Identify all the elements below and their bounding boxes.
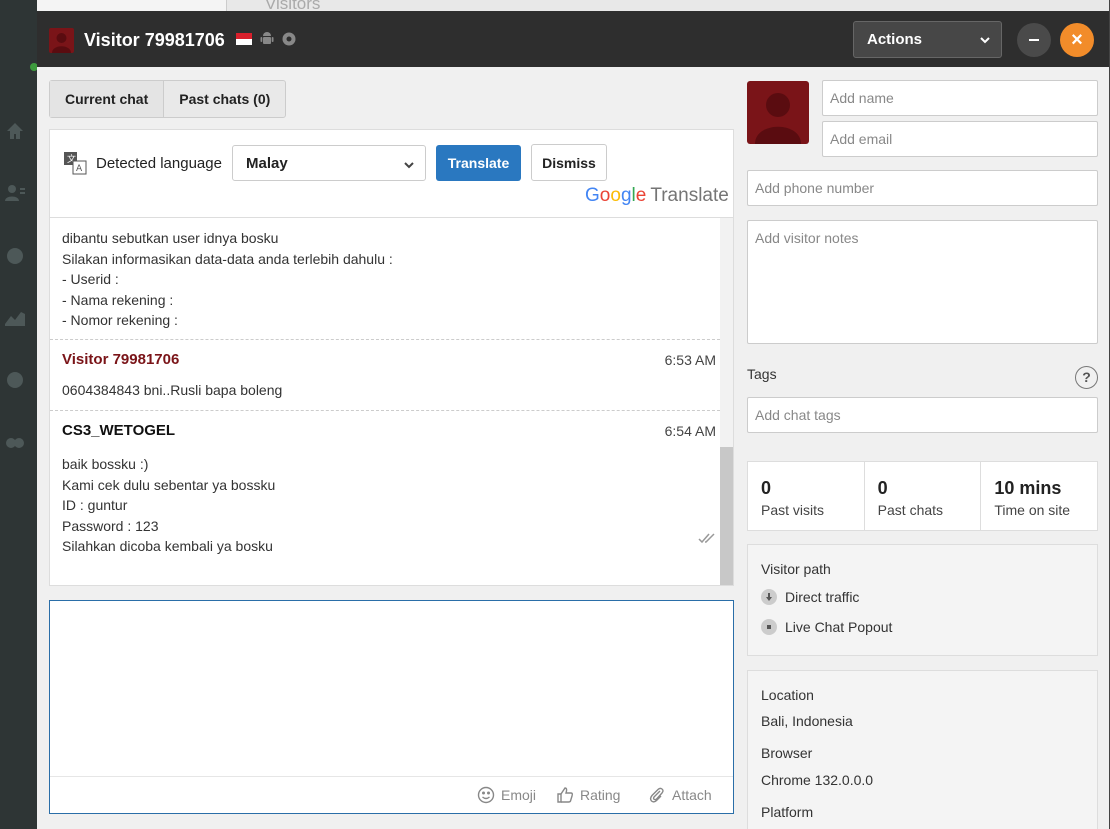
location-label: Location bbox=[761, 687, 814, 703]
chat-transcript: 文A Detected language Malay Translate Dis… bbox=[49, 129, 734, 586]
window-titlebar: Visitor 79981706 Actions × bbox=[37, 11, 1110, 67]
path-item: Live Chat Popout bbox=[761, 619, 892, 635]
page-dot-icon bbox=[761, 619, 777, 635]
double-check-icon bbox=[698, 531, 716, 544]
emoji-icon bbox=[477, 786, 495, 804]
actions-label: Actions bbox=[867, 31, 923, 48]
app-sidebar bbox=[0, 0, 37, 829]
message-body: 0604384843 bni..Rusli bapa boleng bbox=[62, 382, 283, 398]
visitor-avatar bbox=[747, 81, 809, 144]
message-line: - Userid : bbox=[62, 271, 119, 287]
stat-value: 10 mins bbox=[994, 478, 1062, 498]
detected-language-label: Detected language bbox=[96, 155, 222, 172]
dismiss-button[interactable]: Dismiss bbox=[531, 144, 607, 181]
message-time: 6:53 AM bbox=[664, 352, 716, 368]
browser-label: Browser bbox=[761, 745, 813, 761]
language-select[interactable]: Malay bbox=[232, 145, 426, 181]
integrations-icon[interactable] bbox=[5, 433, 25, 453]
arrow-down-icon bbox=[761, 589, 777, 605]
message-line: Silakan informasikan data-data anda terl… bbox=[62, 250, 393, 267]
rating-button[interactable]: Rating bbox=[556, 786, 620, 804]
path-item: Direct traffic bbox=[761, 589, 859, 605]
stat-past-visits: 0 Past visits bbox=[748, 462, 865, 530]
history-icon[interactable] bbox=[5, 246, 25, 266]
emoji-label: Emoji bbox=[501, 787, 537, 803]
chat-tabs: Current chat Past chats (0) bbox=[49, 80, 287, 118]
visitor-path-title: Visitor path bbox=[761, 561, 831, 577]
language-value: Malay bbox=[246, 155, 288, 172]
settings-icon[interactable] bbox=[5, 370, 25, 390]
stat-value: 0 bbox=[877, 478, 888, 498]
message-line: dibantu sebutkan user idnya bosku bbox=[62, 230, 279, 246]
message-item: Visitor 79981706 6:53 AM 0604384843 bni.… bbox=[50, 340, 720, 411]
message-line: Silahkan dicoba kembali ya bosku bbox=[62, 538, 273, 554]
analytics-icon[interactable] bbox=[5, 308, 25, 328]
tab-past-chats[interactable]: Past chats (0) bbox=[164, 81, 285, 117]
stat-label: Time on site bbox=[994, 502, 1071, 518]
message-sender: CS3_WETOGEL bbox=[62, 422, 176, 439]
attach-label: Attach bbox=[672, 787, 712, 803]
visitor-chat-window: Visitor 79981706 Actions × Current chat … bbox=[37, 11, 1110, 829]
message-list[interactable]: dibantu sebutkan user idnya bosku Silaka… bbox=[50, 218, 733, 585]
paperclip-icon bbox=[649, 787, 664, 803]
email-input[interactable]: Add email bbox=[822, 121, 1098, 157]
stat-time-on-site: 10 mins Time on site bbox=[981, 462, 1097, 530]
message-item: dibantu sebutkan user idnya bosku Silaka… bbox=[50, 228, 720, 340]
translate-bar: 文A Detected language Malay Translate Dis… bbox=[50, 130, 733, 218]
stat-value: 0 bbox=[761, 478, 772, 498]
stat-past-chats: 0 Past chats bbox=[865, 462, 982, 530]
message-body: baik bossku :) Kami cek dulu sebentar ya… bbox=[62, 454, 275, 557]
emoji-button[interactable]: Emoji bbox=[477, 786, 536, 804]
message-line: baik bossku :) bbox=[62, 456, 149, 472]
message-composer[interactable]: Emoji Rating Attach bbox=[49, 600, 734, 814]
tab-current-chat[interactable]: Current chat bbox=[50, 81, 165, 117]
google-translate-logo: Google Translate bbox=[585, 185, 729, 206]
rating-label: Rating bbox=[580, 787, 621, 803]
actions-dropdown[interactable]: Actions bbox=[853, 21, 1002, 58]
translate-button[interactable]: Translate bbox=[436, 145, 521, 181]
svg-text:A: A bbox=[76, 164, 83, 174]
path-item-label: Live Chat Popout bbox=[785, 619, 893, 635]
help-icon[interactable]: ? bbox=[1075, 366, 1098, 389]
message-scrollbar[interactable] bbox=[720, 218, 733, 585]
phone-input[interactable]: Add phone number bbox=[747, 170, 1098, 206]
thumbs-up-icon bbox=[557, 787, 574, 803]
stat-label: Past visits bbox=[761, 502, 825, 518]
visitor-info: Location Bali, Indonesia Browser Chrome … bbox=[747, 670, 1098, 829]
visitor-stats: 0 Past visits 0 Past chats 10 mins Time … bbox=[747, 461, 1098, 531]
message-item: CS3_WETOGEL 6:54 AM baik bossku :) Kami … bbox=[50, 411, 720, 583]
window-title: Visitor 79981706 bbox=[84, 30, 225, 50]
name-input[interactable]: Add name bbox=[822, 80, 1098, 116]
message-line: Password : 123 bbox=[62, 517, 159, 534]
browser-icon bbox=[282, 32, 297, 47]
chat-tags-input[interactable]: Add chat tags bbox=[747, 397, 1098, 433]
indonesia-flag-icon bbox=[236, 33, 252, 45]
platform-label: Platform bbox=[761, 804, 814, 820]
android-icon bbox=[260, 32, 274, 46]
tags-label: Tags bbox=[747, 366, 777, 382]
message-time: 6:54 AM bbox=[664, 423, 716, 439]
message-line: Kami cek dulu sebentar ya bossku bbox=[62, 476, 276, 493]
message-line: ID : guntur bbox=[62, 497, 128, 513]
chevron-down-icon bbox=[979, 33, 991, 45]
browser-value: Chrome 132.0.0.0 bbox=[761, 772, 874, 788]
visitor-path: Visitor path Direct traffic Live Chat Po… bbox=[747, 544, 1098, 656]
composer-toolbar: Emoji Rating Attach bbox=[50, 776, 733, 813]
stat-label: Past chats bbox=[877, 502, 944, 518]
close-button[interactable]: × bbox=[1060, 23, 1094, 57]
location-value: Bali, Indonesia bbox=[761, 713, 853, 729]
visitor-notes-input[interactable]: Add visitor notes bbox=[747, 220, 1098, 344]
chevron-down-icon bbox=[403, 158, 415, 170]
visitor-avatar-small bbox=[49, 28, 74, 53]
translate-icon: 文A bbox=[63, 151, 87, 175]
attach-button[interactable]: Attach bbox=[648, 786, 712, 804]
message-line: - Nomor rekening : bbox=[62, 312, 178, 328]
path-item-label: Direct traffic bbox=[785, 589, 860, 605]
scrollbar-thumb[interactable] bbox=[720, 447, 733, 585]
visitors-icon[interactable] bbox=[5, 183, 25, 203]
home-icon[interactable] bbox=[5, 121, 25, 141]
message-sender: Visitor 79981706 bbox=[62, 351, 180, 368]
minimize-button[interactable] bbox=[1017, 23, 1051, 57]
message-line: - Nama rekening : bbox=[62, 291, 174, 308]
